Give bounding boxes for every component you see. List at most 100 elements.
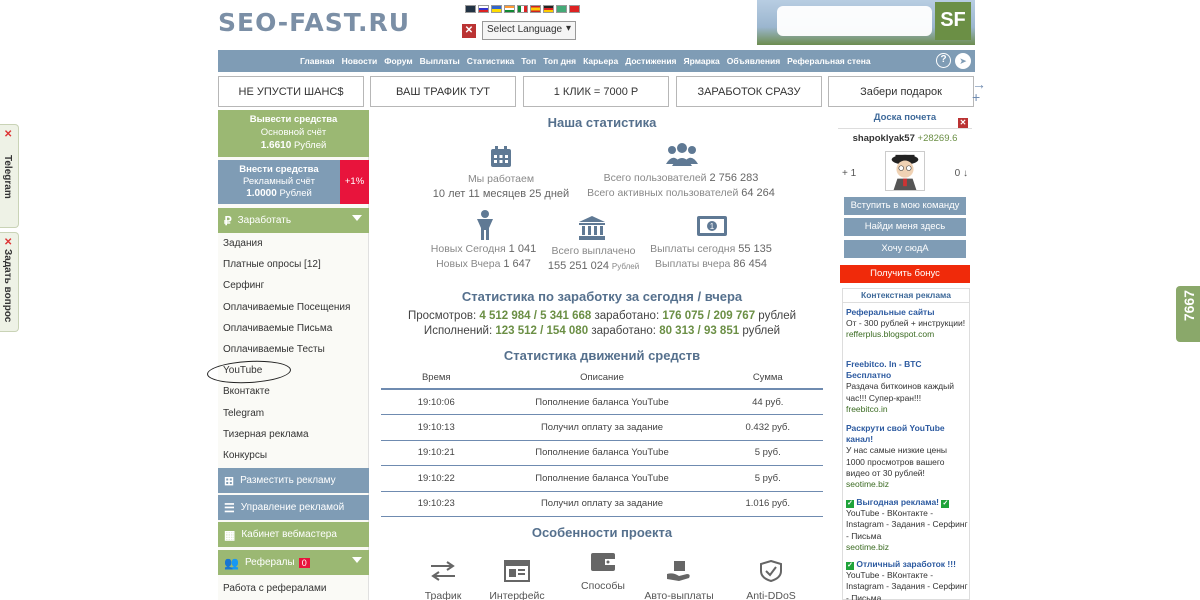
earn-menu-item[interactable]: Оплачиваемые Письма <box>223 323 332 334</box>
webmaster-section[interactable]: ▦ Кабинет вебмастера <box>218 522 369 547</box>
ad-title-text: Выгодная реклама! <box>856 497 939 507</box>
ad-link[interactable]: refferplus.blogspot.com <box>846 329 968 340</box>
ad-link[interactable]: seotime.biz <box>846 479 968 490</box>
ad-title-text: Freebitco. In - BTC Бесплатно <box>846 359 922 381</box>
context-ad[interactable]: Freebitco. In - BTC Бесплатно Раздача бит… <box>846 359 968 415</box>
shield-icon <box>757 559 785 583</box>
nav-item-0[interactable]: Главная <box>300 56 335 66</box>
flag-icon[interactable] <box>478 5 489 13</box>
help-icon[interactable]: ? <box>936 53 951 68</box>
close-icon[interactable]: ✕ <box>462 24 476 38</box>
earn-menu-item[interactable]: Тизерная реклама <box>223 429 309 440</box>
ad-title-text: Раскрути свой YouTube канал! <box>846 423 945 445</box>
earn-menu-item[interactable]: Задания <box>223 238 263 249</box>
nav-item-3[interactable]: Выплаты <box>420 56 460 66</box>
promo-button-3[interactable]: ЗАРАБОТОК СРАЗУ <box>676 76 822 107</box>
users-stat: Всего пользователей 2 756 283 Всего акти… <box>581 172 781 199</box>
context-ad[interactable]: ✓ Отличный заработок !!! YouTube - ВКонта… <box>846 559 968 600</box>
feature-label: Авто-выплаты <box>644 590 714 600</box>
avatar[interactable] <box>885 151 925 191</box>
telegram-icon[interactable]: ➤ <box>955 53 971 69</box>
table-cell: Получил оплату за задание <box>491 414 713 441</box>
table-cell: 0.432 руб. <box>712 414 823 441</box>
earn-menu-item[interactable]: Вконтакте <box>223 386 270 397</box>
join-team-button[interactable]: Вступить в мою команду <box>844 197 966 215</box>
flag-icon[interactable] <box>543 5 554 13</box>
earn-menu-item[interactable]: Telegram <box>223 408 264 419</box>
earn-menu-item[interactable]: Оплачиваемые Посещения <box>223 302 350 313</box>
get-bonus-button[interactable]: Получить бонус <box>840 265 970 283</box>
flag-icon[interactable] <box>465 5 476 13</box>
flag-icon[interactable] <box>530 5 541 13</box>
referrals-section[interactable]: 👥 Рефералы 0 <box>218 550 369 575</box>
earn-menu-item[interactable]: Оплачиваемые Тесты <box>223 344 325 355</box>
nav-item-10[interactable]: Объявления <box>727 56 780 66</box>
close-icon[interactable]: ✕ <box>4 129 12 140</box>
withdraw-button[interactable]: Вывести средства Основной счёт 1.6610 Ру… <box>218 110 369 157</box>
check-icon: ✓ <box>941 500 950 508</box>
nav-item-9[interactable]: Ярмарка <box>684 56 720 66</box>
ad-title[interactable]: ✓ Выгодная реклама! ✓ <box>846 497 968 508</box>
close-icon[interactable]: ✕ <box>4 237 12 248</box>
honor-username[interactable]: shapoklyak57 <box>853 133 915 144</box>
nav-item-7[interactable]: Карьера <box>583 56 618 66</box>
context-ad[interactable]: Раскрути свой YouTube канал! У нас самые … <box>846 423 968 490</box>
manage-ad-section[interactable]: ☰ Управление рекламой <box>218 495 369 520</box>
site-logo[interactable]: SEO-FAST.RU <box>218 8 410 37</box>
ad-title-text: Реферальные сайты <box>846 307 935 317</box>
menu-item-ref-work[interactable]: Работа с рефералами <box>223 583 326 594</box>
earn-section-header[interactable]: ₽ Заработать <box>218 208 369 233</box>
context-ad[interactable]: Реферальные сайты От - 300 рублей + инстр… <box>846 307 968 341</box>
earn-menu-item[interactable]: Серфинг <box>223 280 264 291</box>
ad-title[interactable]: Раскрути свой YouTube канал! <box>846 423 968 445</box>
promo-button-1[interactable]: ВАШ ТРАФИК ТУТ <box>370 76 516 107</box>
nav-item-8[interactable]: Достижения <box>625 56 676 66</box>
nav-item-1[interactable]: Новости <box>342 56 378 66</box>
deposit-bonus-badge[interactable]: +1% <box>340 160 369 204</box>
flag-icon[interactable] <box>569 5 580 13</box>
flag-icon[interactable] <box>517 5 528 13</box>
pay-yesterday-label: Выплаты вчера <box>655 258 731 270</box>
ad-text: YouTube - ВКонтакте - Instagram - Задани… <box>846 508 968 541</box>
nav-item-2[interactable]: Форум <box>384 56 412 66</box>
nav-item-11[interactable]: Реферальная стена <box>787 56 870 66</box>
ad-title[interactable]: Реферальные сайты <box>846 307 968 318</box>
chevron-down-icon <box>352 557 362 563</box>
nav-item-6[interactable]: Топ дня <box>543 56 576 66</box>
feature-item: Трафик <box>403 560 483 600</box>
promo-button-0[interactable]: НЕ УПУСТИ ШАНС$ <box>218 76 364 107</box>
language-select[interactable]: Select Language <box>482 21 576 40</box>
earn-menu-item[interactable]: Платные опросы [12] <box>223 259 321 270</box>
find-me-button[interactable]: Найди меня здесь <box>844 218 966 236</box>
ad-title[interactable]: ✓ Отличный заработок !!! <box>846 559 968 570</box>
want-here-button[interactable]: Хочу сюдА <box>844 240 966 258</box>
working-value: 10 лет 11 месяцев 25 дней <box>432 188 570 200</box>
online-counter-tab[interactable]: 7667 <box>1176 286 1200 342</box>
place-ad-section[interactable]: ⊞ Разместить рекламу <box>218 468 369 493</box>
nav-item-5[interactable]: Топ <box>521 56 536 66</box>
ad-title[interactable]: Freebitco. In - BTC Бесплатно <box>846 359 968 381</box>
nav-item-4[interactable]: Статистика <box>467 56 515 66</box>
flag-icon[interactable] <box>504 5 515 13</box>
promo-button-2[interactable]: 1 КЛИК = 7000 Р <box>523 76 669 107</box>
vote-down[interactable]: 0 ↓ <box>955 168 968 179</box>
deposit-button[interactable]: Внести средства Рекламный счёт 1.0000 Ру… <box>218 160 340 204</box>
working-stat: Мы работаем 10 лет 11 месяцев 25 дней <box>411 173 591 200</box>
ad-link[interactable]: seotime.biz <box>846 542 968 553</box>
ad-link[interactable]: freebitco.in <box>846 404 968 415</box>
promo-button-4[interactable]: Забери подарок <box>828 76 974 107</box>
flag-icon[interactable] <box>491 5 502 13</box>
feature-item: Anti-DDoS <box>731 559 811 600</box>
users-group-icon <box>666 143 698 166</box>
telegram-side-tab[interactable]: ✕ Telegram <box>0 124 19 228</box>
ask-question-side-tab[interactable]: ✕ Задать вопрос <box>0 232 19 332</box>
flag-icon[interactable] <box>556 5 567 13</box>
vote-up[interactable]: + 1 <box>842 168 856 179</box>
ad-text: YouTube - ВКонтакте - Instagram - Задани… <box>846 570 968 600</box>
earn-menu-item[interactable]: Конкурсы <box>223 450 267 461</box>
header-banner[interactable]: SF <box>757 0 975 45</box>
close-icon[interactable]: ✕ <box>958 118 968 128</box>
honor-board-title[interactable]: Доска почета <box>874 112 936 123</box>
plus-icon[interactable]: → + <box>972 77 986 104</box>
context-ad[interactable]: ✓ Выгодная реклама! ✓ YouTube - ВКонтакте… <box>846 497 968 553</box>
